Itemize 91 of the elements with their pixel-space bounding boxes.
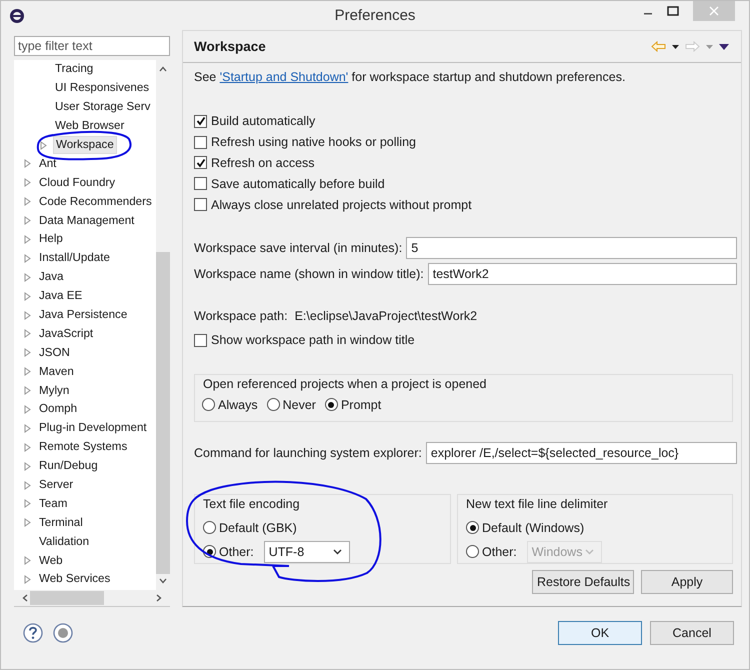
dropdown[interactable]: UTF-8 xyxy=(264,540,350,563)
tree-item[interactable]: Team xyxy=(37,496,70,512)
filter-field[interactable]: type filter text xyxy=(14,36,170,56)
checkbox[interactable] xyxy=(194,177,207,190)
tree-item[interactable]: Code Recommenders xyxy=(37,194,154,210)
checkbox[interactable] xyxy=(194,136,207,149)
expand-icon[interactable] xyxy=(40,140,47,150)
path-value: E:\eclipse\JavaProject\testWork2 xyxy=(294,308,478,324)
radio-label: Other: xyxy=(219,544,254,559)
radio-label: Default (Windows) xyxy=(482,520,584,535)
description-text: See 'Startup and Shutdown' for workspace startup and shutdown preferences. xyxy=(194,69,626,85)
checkbox-label: Always close unrelated projects without prompt xyxy=(211,198,472,212)
forward-arrow-icon[interactable] xyxy=(685,41,700,52)
checkbox-label: Build automatically xyxy=(211,114,316,128)
radio-button[interactable] xyxy=(202,398,215,412)
checkbox[interactable] xyxy=(194,156,207,170)
dropdown-icon[interactable] xyxy=(672,44,679,48)
tree-item[interactable]: Java EE xyxy=(37,288,84,304)
chevron-down-icon xyxy=(584,548,594,555)
scroll-up-icon[interactable] xyxy=(159,66,167,72)
checkbox-label: Save automatically before build xyxy=(211,176,385,191)
group-title: New text file line delimiter xyxy=(466,496,608,512)
checkbox[interactable] xyxy=(194,114,207,128)
startup-shutdown-link[interactable]: 'Startup and Shutdown' xyxy=(220,70,348,84)
tree-item[interactable]: UI Responsivenes xyxy=(53,80,152,96)
tree-item[interactable]: Plug-in Development xyxy=(37,420,149,436)
text-field[interactable]: explorer /E,/select=${selected_resource_loc} xyxy=(426,442,737,464)
group-title: Open referenced projects when a project is opened xyxy=(203,376,487,392)
tree-item[interactable]: Run/Debug xyxy=(37,458,100,474)
tree-item[interactable]: Tracing xyxy=(53,61,96,78)
tree-item[interactable]: JSON xyxy=(37,344,72,361)
chevron-down-icon xyxy=(332,548,342,555)
tree-item[interactable]: Install/Update xyxy=(37,250,112,266)
tree-item[interactable]: Validation xyxy=(37,534,92,550)
checkbox-label: Refresh on access xyxy=(211,156,315,170)
radio-label: Always xyxy=(218,398,258,412)
page-button[interactable]: Restore Defaults xyxy=(532,570,634,594)
radio-button[interactable] xyxy=(266,398,280,412)
tree-item[interactable]: Server xyxy=(37,477,76,494)
maximize-icon[interactable] xyxy=(667,6,679,16)
field-label: Workspace save interval (in minutes): xyxy=(194,240,402,255)
radio-label: Other: xyxy=(482,544,517,559)
record-icon[interactable] xyxy=(53,623,73,643)
tree-item[interactable]: Data Management xyxy=(37,212,136,229)
tree-item[interactable]: Ant xyxy=(37,156,58,172)
checkbox-label: Refresh using native hooks or polling xyxy=(211,135,416,150)
tree-item[interactable]: User Storage Serv xyxy=(53,99,152,116)
close-icon xyxy=(709,6,719,16)
tree-item[interactable]: Terminal xyxy=(37,514,85,531)
tree-item[interactable]: Java xyxy=(37,269,66,286)
field-label: Command for launching system explorer: xyxy=(194,446,422,460)
radio-button[interactable] xyxy=(466,545,479,558)
field-label: Workspace name (shown in window title): xyxy=(194,266,424,281)
help-icon[interactable] xyxy=(23,623,43,643)
scroll-left-icon[interactable] xyxy=(22,594,28,602)
tree-item[interactable]: Cloud Foundry xyxy=(37,174,118,191)
checkbox[interactable] xyxy=(194,334,207,347)
window-title: Preferences xyxy=(334,7,416,24)
tree-item[interactable]: Java Persistence xyxy=(37,307,130,324)
page-title: Workspace xyxy=(194,39,266,54)
app-icon xyxy=(9,8,25,24)
radio-label: Default (GBK) xyxy=(219,520,297,535)
back-arrow-icon[interactable] xyxy=(651,41,666,52)
scroll-down-icon[interactable] xyxy=(159,578,167,584)
path-label: Workspace path: xyxy=(194,308,288,324)
page-button[interactable]: Apply xyxy=(641,570,733,594)
text-field[interactable]: 5 xyxy=(406,236,737,259)
radio-button[interactable] xyxy=(324,398,338,412)
dialog-button[interactable]: Cancel xyxy=(650,621,734,645)
group-title: Text file encoding xyxy=(203,496,300,512)
tree-item[interactable]: Oomph xyxy=(37,401,80,418)
radio-button[interactable] xyxy=(466,521,479,534)
tree-item[interactable]: Web Services xyxy=(37,571,112,588)
tree-item[interactable]: Maven xyxy=(37,364,76,380)
tree-item[interactable]: Remote Systems xyxy=(37,439,130,456)
radio-button[interactable] xyxy=(203,521,216,534)
tree-item[interactable]: Help xyxy=(37,231,65,248)
tree-item[interactable]: Workspace xyxy=(53,136,117,154)
view-menu-icon[interactable] xyxy=(719,44,729,50)
tree-item[interactable]: Web xyxy=(37,552,65,569)
scroll-right-icon[interactable] xyxy=(156,594,162,602)
tree-item[interactable]: Web Browser xyxy=(53,118,126,134)
text-field[interactable]: testWork2 xyxy=(428,262,737,285)
checkbox[interactable] xyxy=(194,198,207,212)
radio-label: Never xyxy=(282,398,316,412)
checkbox-label: Show workspace path in window title xyxy=(211,333,415,348)
dialog-button[interactable]: OK xyxy=(558,621,642,645)
tree-item[interactable]: Mylyn xyxy=(37,382,72,399)
radio-label: Prompt xyxy=(340,398,382,412)
tree-item[interactable]: JavaScript xyxy=(37,326,96,342)
close-button[interactable] xyxy=(693,1,735,21)
